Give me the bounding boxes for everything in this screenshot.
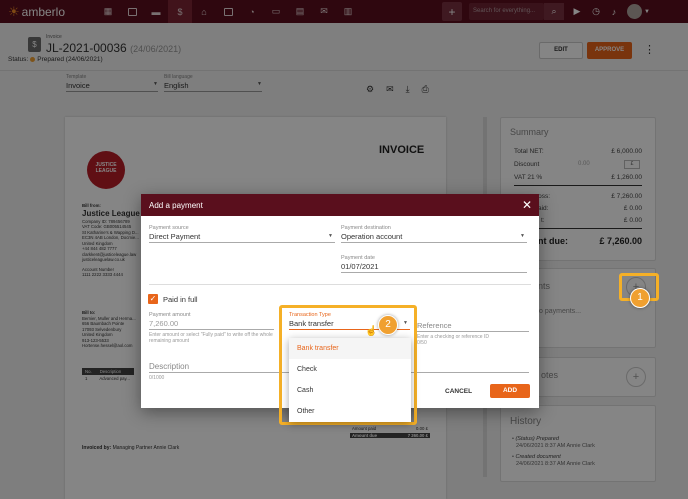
hand-cursor-icon: ☝: [365, 326, 378, 337]
option-other[interactable]: Other: [289, 401, 411, 422]
paid-in-full-checkbox[interactable]: ✓ Paid in full: [148, 294, 198, 304]
callout-badge-2: 2: [378, 315, 398, 335]
payment-amount-field[interactable]: Payment amount 7,260.00 Enter amount or …: [149, 312, 274, 344]
option-bank-transfer[interactable]: Bank transfer: [289, 338, 411, 359]
checkmark-icon: ✓: [148, 294, 158, 304]
close-icon[interactable]: ✕: [522, 198, 532, 212]
payment-destination-select[interactable]: Payment destination Operation account ▼: [341, 225, 527, 243]
transaction-type-dropdown: Bank transfer Check Cash Other: [289, 338, 411, 422]
divider: [149, 284, 531, 285]
chevron-down-icon: ▼: [520, 233, 525, 239]
reference-field[interactable]: Reference Enter a checking or reference …: [417, 320, 529, 346]
option-cash[interactable]: Cash: [289, 380, 411, 401]
callout-badge-1: 1: [630, 288, 650, 308]
chevron-down-icon: ▼: [328, 233, 333, 239]
payment-date-field[interactable]: Payment date 01/07/2021: [341, 255, 527, 273]
option-check[interactable]: Check: [289, 359, 411, 380]
add-button[interactable]: ADD: [490, 384, 530, 398]
payment-source-select[interactable]: Payment source Direct Payment ▼: [149, 225, 335, 243]
dialog-header: Add a payment ✕: [141, 194, 539, 216]
cancel-button[interactable]: CANCEL: [445, 388, 472, 395]
